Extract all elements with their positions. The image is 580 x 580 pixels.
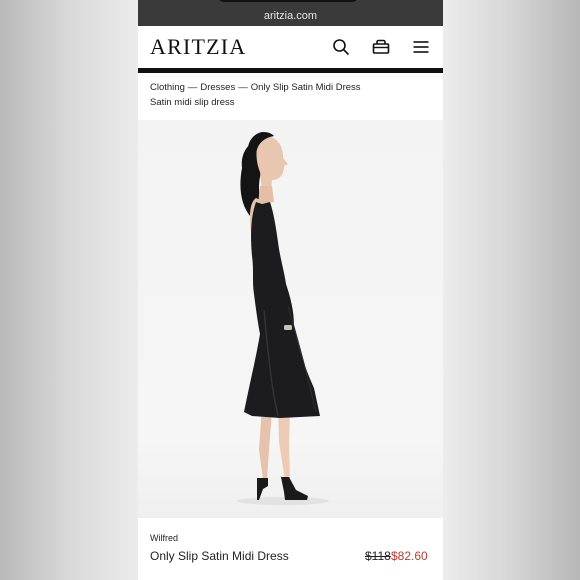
breadcrumb-item-product[interactable]: Only Slip Satin Midi Dress: [251, 82, 361, 93]
model-face: [256, 135, 288, 192]
phone-screen: aritzia.com ARITZIA Clothing — Dresses —…: [138, 0, 443, 580]
breadcrumb: Clothing — Dresses — Only Slip Satin Mid…: [150, 82, 431, 93]
breadcrumb-separator: —: [238, 82, 248, 93]
model-leg-front: [278, 408, 290, 480]
bracelet: [284, 325, 292, 330]
breadcrumb-separator: —: [187, 82, 198, 93]
sale-price: $82.60: [391, 549, 428, 563]
url-text[interactable]: aritzia.com: [264, 10, 317, 22]
shoe-front: [281, 477, 308, 500]
product-name[interactable]: Only Slip Satin Midi Dress: [150, 549, 289, 563]
site-header: ARITZIA: [138, 26, 443, 73]
bag-icon[interactable]: [371, 37, 391, 57]
brand-logo[interactable]: ARITZIA: [150, 34, 246, 60]
model-photo: [237, 132, 329, 505]
product-brand[interactable]: Wilfred: [150, 533, 178, 543]
product-image[interactable]: [138, 120, 443, 518]
floor-shadow: [237, 497, 329, 505]
device-notch: [218, 0, 358, 2]
browser-url-bar[interactable]: aritzia.com: [138, 0, 443, 26]
shoe-back: [257, 478, 268, 500]
product-subtitle: Satin midi slip dress: [150, 97, 235, 108]
dress: [244, 202, 320, 418]
breadcrumb-area: Clothing — Dresses — Only Slip Satin Mid…: [138, 73, 443, 122]
product-info: Wilfred Only Slip Satin Midi Dress $118 …: [138, 518, 443, 580]
header-icons: [331, 37, 431, 57]
original-price: $118: [365, 549, 391, 563]
search-icon[interactable]: [331, 37, 351, 57]
menu-icon[interactable]: [411, 37, 431, 57]
breadcrumb-item-clothing[interactable]: Clothing: [150, 82, 185, 93]
breadcrumb-item-dresses[interactable]: Dresses: [200, 82, 235, 93]
